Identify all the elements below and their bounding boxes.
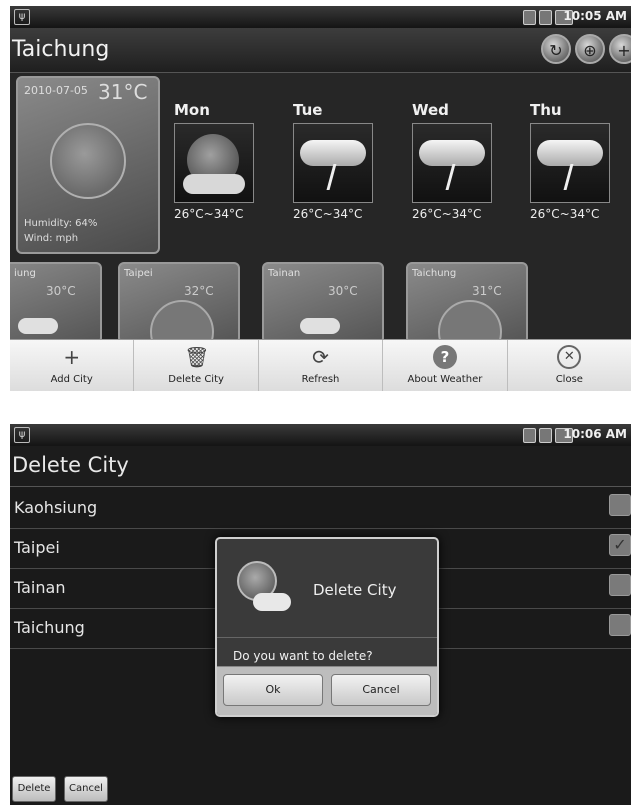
delete-button[interactable]: Delete <box>12 776 56 802</box>
help-icon: ? <box>432 345 457 369</box>
city-checkbox[interactable] <box>609 614 631 636</box>
signal-icon <box>539 428 552 443</box>
forecast-day: Wed 26°C~34°C <box>412 101 502 221</box>
page-title: Delete City <box>12 453 129 477</box>
forecast-day-label: Thu <box>530 101 562 119</box>
sun-icon <box>50 123 126 199</box>
current-temp: 31°C <box>98 80 148 104</box>
sim-icon <box>523 10 536 25</box>
ok-button[interactable]: Ok <box>223 674 323 706</box>
city-card[interactable]: Tainan 30°C <box>262 262 384 344</box>
forecast-day-label: Tue <box>293 101 323 119</box>
city-name: Taipei <box>14 538 60 557</box>
sim-icon <box>523 428 536 443</box>
city-card[interactable]: iung 30°C <box>10 262 102 344</box>
refresh-button[interactable]: ⟳ Refresh <box>259 340 384 391</box>
refresh-location-icon[interactable]: ↻ <box>541 34 571 64</box>
city-name: Tainan <box>268 268 301 279</box>
forecast-day: Thu 26°C~34°C <box>530 101 620 221</box>
forecast-range: 26°C~34°C <box>412 207 482 221</box>
wind-label: Wind: mph <box>24 233 79 244</box>
cloud-icon <box>300 318 340 334</box>
trash-icon: 🗑 <box>184 345 210 369</box>
city-checkbox[interactable] <box>609 494 631 516</box>
city-name: Tainan <box>14 578 66 597</box>
city-temp: 30°C <box>328 284 358 298</box>
plus-icon: + <box>63 345 81 369</box>
cancel-button[interactable]: Cancel <box>64 776 108 802</box>
city-card[interactable]: Taipei 32°C <box>118 262 240 344</box>
menu-label: About Weather <box>407 374 483 385</box>
humidity-label: Humidity: 64% <box>24 218 98 229</box>
sun-icon <box>150 300 214 342</box>
city-name: Taipei <box>124 268 153 279</box>
dialog-title: Delete City <box>313 581 397 599</box>
forecast-range: 26°C~34°C <box>293 207 363 221</box>
about-weather-button[interactable]: ? About Weather <box>383 340 508 391</box>
delete-city-screen: ψ 10:06 AM Delete City Kaohsiung Taipei … <box>10 424 631 805</box>
forecast-range: 26°C~34°C <box>530 207 600 221</box>
status-time: 10:05 AM <box>563 9 627 23</box>
menu-label: Close <box>555 374 583 385</box>
menu-label: Refresh <box>301 374 340 385</box>
forecast-day: Tue 26°C~34°C <box>293 101 383 221</box>
thunderstorm-icon <box>293 123 373 203</box>
thunderstorm-icon <box>530 123 610 203</box>
sun-icon <box>438 300 502 342</box>
city-checkbox[interactable]: ✓ <box>609 534 631 556</box>
city-temp: 30°C <box>46 284 76 298</box>
city-card[interactable]: Taichung 31°C <box>406 262 528 344</box>
globe-search-icon[interactable]: ⊕ <box>575 34 605 64</box>
add-icon[interactable]: + <box>609 34 631 64</box>
add-city-button[interactable]: + Add City <box>10 340 135 391</box>
options-menu: + Add City 🗑 Delete City ⟳ Refresh ? Abo… <box>10 339 631 391</box>
status-bar: ψ 10:05 AM <box>10 6 631 29</box>
thunderstorm-icon <box>412 123 492 203</box>
close-button[interactable]: ✕ Close <box>508 340 631 391</box>
cancel-button[interactable]: Cancel <box>331 674 431 706</box>
city-name: Taichung <box>14 618 85 637</box>
city-name: Kaohsiung <box>14 498 98 517</box>
dialog-buttons: Ok Cancel <box>217 666 437 715</box>
list-item[interactable]: Kaohsiung <box>10 488 631 529</box>
sun-cloud-icon <box>231 559 291 619</box>
city-temp: 31°C <box>472 284 502 298</box>
weather-screen: ψ 10:05 AM Taichung ↻ ⊕ + 2010-07-05 31°… <box>10 6 631 391</box>
cloud-icon <box>18 318 58 334</box>
status-bar: ψ 10:06 AM <box>10 424 631 447</box>
dialog-header: Delete City <box>217 539 437 638</box>
delete-city-button[interactable]: 🗑 Delete City <box>134 340 259 391</box>
close-icon: ✕ <box>557 345 582 369</box>
menu-label: Delete City <box>168 374 224 385</box>
forecast-day: Mon 26°C~34°C <box>174 101 264 221</box>
status-time: 10:06 AM <box>563 427 627 441</box>
sun-cloud-icon <box>174 123 254 203</box>
delete-confirm-dialog: Delete City Do you want to delete? Ok Ca… <box>215 537 439 717</box>
city-checkbox[interactable] <box>609 574 631 596</box>
current-date: 2010-07-05 <box>24 84 88 97</box>
menu-label: Add City <box>50 374 93 385</box>
forecast-day-label: Wed <box>412 101 449 119</box>
usb-icon: ψ <box>14 427 30 443</box>
refresh-icon: ⟳ <box>312 345 329 369</box>
dialog-message: Do you want to delete? <box>233 649 373 663</box>
title-bar: Taichung ↻ ⊕ + <box>10 28 631 73</box>
city-temp: 32°C <box>184 284 214 298</box>
usb-icon: ψ <box>14 9 30 25</box>
city-carousel[interactable]: iung 30°C Taipei 32°C Tainan 30°C Taichu… <box>10 262 631 344</box>
page-title: Taichung <box>12 37 110 62</box>
forecast-range: 26°C~34°C <box>174 207 244 221</box>
signal-icon <box>539 10 552 25</box>
title-bar: Delete City <box>10 446 631 487</box>
current-weather-card[interactable]: 2010-07-05 31°C Humidity: 64% Wind: mph <box>16 76 160 254</box>
forecast-day-label: Mon <box>174 101 210 119</box>
city-name: iung <box>14 268 36 279</box>
city-name: Taichung <box>412 268 457 279</box>
